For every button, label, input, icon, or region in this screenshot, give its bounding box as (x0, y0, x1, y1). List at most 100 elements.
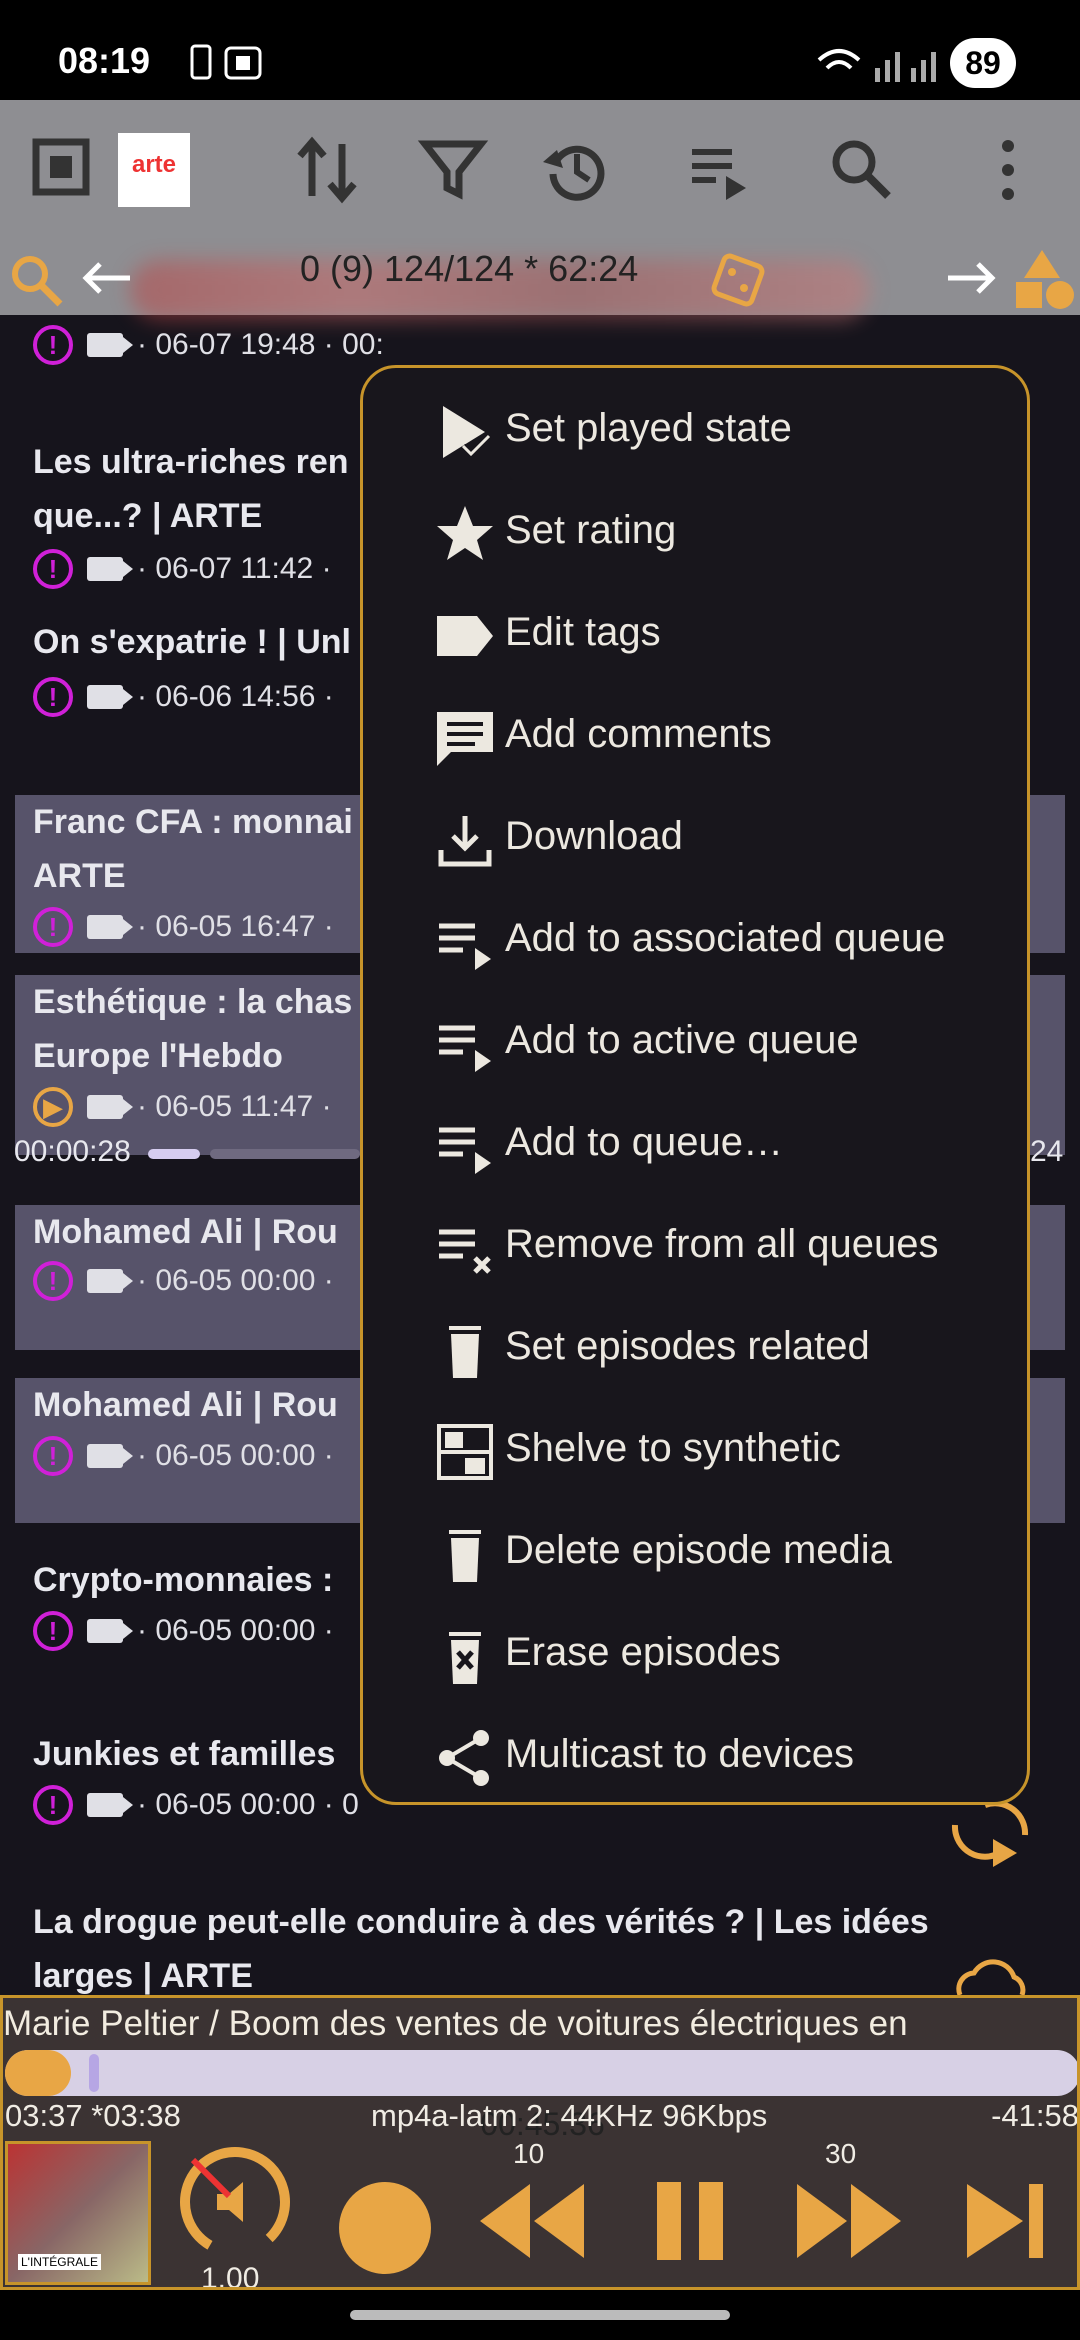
home-gesture-pill[interactable] (350, 2310, 730, 2320)
comment-icon (437, 712, 493, 766)
video-icon (87, 1444, 133, 1468)
fast-forward-icon[interactable] (793, 2176, 903, 2266)
repeat-play-icon[interactable] (945, 1795, 1035, 1875)
erase-icon (449, 1632, 481, 1684)
search-icon[interactable] (822, 130, 902, 210)
warning-icon: ! (33, 907, 73, 947)
video-icon (87, 915, 133, 939)
status-bar: 08:19 89 (0, 0, 1080, 100)
stop-icon[interactable] (337, 2180, 433, 2276)
rewind-seconds: 10 (513, 2138, 545, 2169)
pause-icon[interactable] (651, 2176, 731, 2266)
episode-meta: · 06-05 00:00 · (137, 1439, 334, 1472)
episode-title: Les ultra-riches ren que...? | ARTE (33, 443, 349, 535)
menu-item-remove-from-all-queues[interactable]: Remove from all queues (363, 1194, 1033, 1296)
menu-item-add-to-queue[interactable]: Add to queue… (363, 1092, 1033, 1194)
warning-icon: ! (33, 1436, 73, 1476)
forward-seconds: 30 (825, 2138, 857, 2169)
filter-bar: 0 (9) 124/124 * 62:24 (0, 240, 1080, 315)
skip-next-icon[interactable] (961, 2176, 1051, 2266)
volume-speed-dial-icon[interactable] (171, 2138, 299, 2266)
context-menu: Set played state Set rating Edit tags Ad… (360, 365, 1030, 1805)
playback-speed: 1.00 (201, 2262, 260, 2290)
sort-icon[interactable] (290, 130, 370, 210)
history-icon[interactable] (537, 130, 617, 210)
list-item[interactable]: La drogue peut-elle conduire à des vérit… (15, 1895, 1065, 1995)
warning-icon: ! (33, 549, 73, 589)
audio-player: Marie Peltier / Boom des ventes de voitu… (0, 1995, 1080, 2290)
episode-meta: · 06-05 16:47 · (137, 910, 334, 943)
arrow-forward-icon[interactable] (944, 258, 998, 298)
trash-icon (449, 1326, 481, 1378)
episode-title: Esthétique : la chas Europe l'Hebdo (33, 983, 353, 1075)
random-dice-icon[interactable] (710, 252, 766, 308)
menu-item-set-played-state[interactable]: Set played state (363, 378, 1033, 480)
queue-add-icon (439, 923, 491, 970)
play-icon: ▶ (33, 1087, 73, 1127)
warning-icon: ! (33, 1261, 73, 1301)
episode-progress-fill (148, 1149, 200, 1159)
menu-item-set-episodes-related[interactable]: Set episodes related (363, 1296, 1033, 1398)
episode-meta: · 06-05 11:47 · (137, 1090, 332, 1123)
battery-indicator: 89 (950, 38, 1016, 88)
warning-icon: ! (33, 1785, 73, 1825)
episode-title: Mohamed Ali | Rou (33, 1213, 338, 1251)
episode-meta: · 06-05 00:00 · (137, 1614, 334, 1647)
more-options-icon[interactable] (968, 130, 1048, 210)
menu-item-multicast-to-devices[interactable]: Multicast to devices (363, 1704, 1033, 1806)
menu-item-add-to-associated-queue[interactable]: Add to associated queue (363, 888, 1033, 990)
warning-icon: ! (33, 677, 73, 717)
menu-item-delete-episode-media[interactable]: Delete episode media (363, 1500, 1033, 1602)
episode-meta: · 06-07 11:42 · (137, 552, 332, 585)
warning-icon: ! (33, 1611, 73, 1651)
remaining-time: -41:58 (991, 2098, 1079, 2133)
menu-item-add-to-active-queue[interactable]: Add to active queue (363, 990, 1033, 1092)
episode-thumbnail[interactable]: L'INTÉGRALE (5, 2141, 151, 2285)
shelf-icon (437, 1424, 493, 1480)
menu-item-download[interactable]: Download (363, 786, 1033, 888)
search-episodes-icon[interactable] (6, 250, 66, 310)
queue-add-icon (439, 1025, 491, 1072)
tag-icon (437, 616, 493, 656)
player-title: Marie Peltier / Boom des ventes de voitu… (3, 2004, 908, 2043)
menu-item-edit-tags[interactable]: Edit tags (363, 582, 1033, 684)
trash-icon (449, 1530, 481, 1582)
video-icon (87, 1793, 133, 1817)
feed-logo[interactable]: arte (118, 133, 190, 207)
notification-icons (190, 44, 262, 80)
status-time: 08:19 (58, 40, 151, 81)
episode-stats: 0 (9) 124/124 * 62:24 (300, 248, 639, 289)
codec-info: mp4a-latm 2: 44KHz 96Kbps (371, 2098, 768, 2133)
video-icon (87, 1095, 133, 1119)
select-all-icon[interactable] (30, 130, 110, 210)
arrow-back-icon[interactable] (80, 258, 134, 298)
episode-title: Junkies et familles (33, 1735, 336, 1773)
episode-meta: · 06-06 14:56 · (137, 680, 334, 713)
rewind-icon[interactable] (478, 2176, 588, 2266)
queue-add-icon (439, 1127, 491, 1174)
episode-title: Mohamed Ali | Rou (33, 1386, 338, 1424)
played-state-icon (443, 406, 492, 459)
star-icon (437, 506, 493, 560)
elapsed-time: 03:37 *03:38 (5, 2098, 181, 2133)
system-nav-bar (0, 2290, 1080, 2340)
player-progress-fill (5, 2050, 71, 2096)
seekbar-thumb[interactable] (89, 2054, 99, 2092)
shapes-icon[interactable] (1012, 246, 1078, 312)
menu-item-shelve-to-synthetic[interactable]: Shelve to synthetic (363, 1398, 1033, 1500)
episode-meta: · 06-05 00:00 · 0 (137, 1788, 359, 1821)
signal-wifi-icon (817, 49, 936, 82)
menu-item-erase-episodes[interactable]: Erase episodes (363, 1602, 1033, 1704)
player-seekbar[interactable]: 00:45:36 (5, 2050, 1077, 2142)
menu-item-set-rating[interactable]: Set rating (363, 480, 1033, 582)
video-icon (87, 1619, 133, 1643)
video-icon (87, 685, 133, 709)
menu-item-add-comments[interactable]: Add comments (363, 684, 1033, 786)
cloud-icon (956, 1959, 1026, 1995)
queue-icon[interactable] (680, 130, 760, 210)
filter-icon[interactable] (415, 130, 495, 210)
warning-icon: ! (33, 325, 73, 365)
episode-progress-track[interactable] (210, 1149, 360, 1159)
episode-duration: 24 (1030, 1135, 1064, 1168)
episode-meta: · 06-05 00:00 · (137, 1264, 334, 1297)
